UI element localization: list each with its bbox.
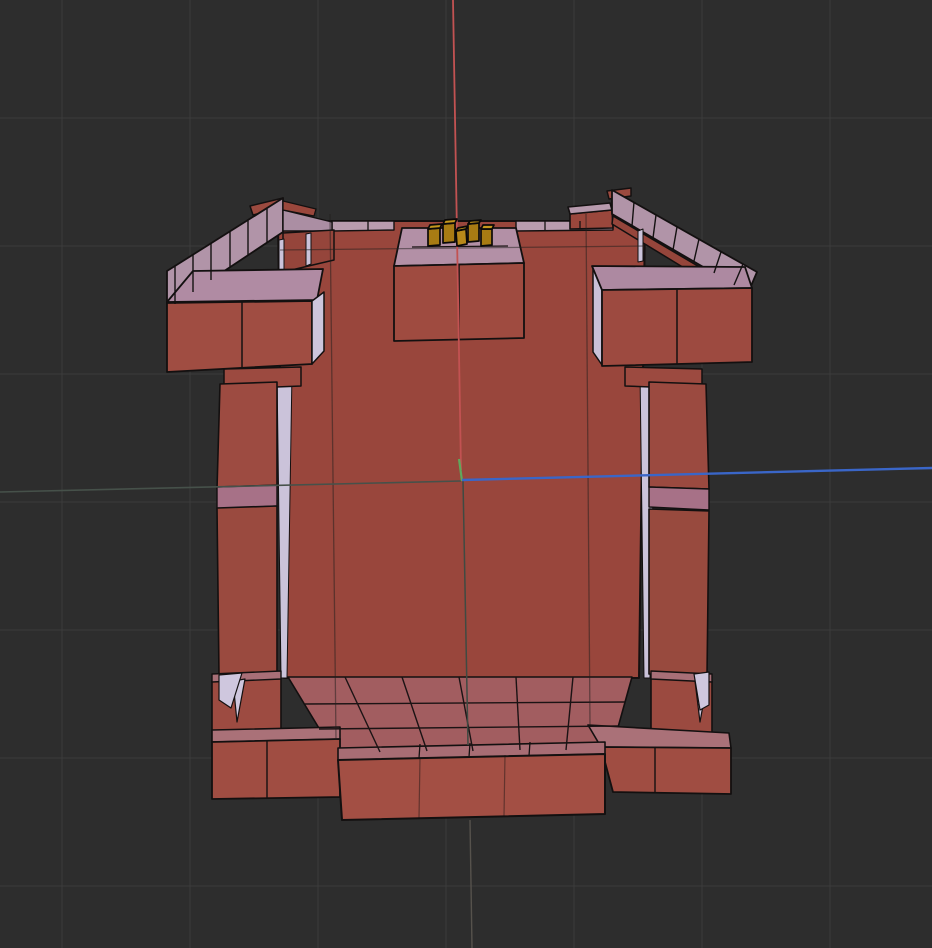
crown-block-4-top (468, 220, 481, 224)
front-step-front (338, 754, 605, 820)
left-column-step-top (217, 485, 277, 509)
crown-block-3-front (456, 229, 467, 246)
left-column-upper (217, 382, 277, 489)
crown-block-2-front (443, 223, 455, 243)
base-left-front (212, 739, 340, 799)
scene-canvas[interactable] (0, 0, 932, 948)
back-wall-top-strip-left (332, 221, 394, 231)
right-armrest-top (592, 266, 752, 290)
left-under-band-gap-sliver-a (279, 239, 284, 272)
crown-block-4-front (468, 223, 479, 242)
crown-block-5-front (481, 229, 492, 246)
left-armrest-side (312, 292, 324, 364)
right-column-step-top (649, 487, 709, 510)
crown-block-2-top (443, 219, 457, 224)
crown-block-5-top (481, 225, 494, 229)
left-armrest-top (167, 269, 323, 302)
crown-block-1-top (428, 224, 442, 229)
viewport-3d[interactable] (0, 0, 932, 948)
crown-block-1-front (428, 228, 440, 246)
left-column-lower (217, 506, 277, 676)
base-right-front (601, 747, 731, 794)
left-armrest-front (167, 301, 312, 372)
right-column-lower (649, 509, 709, 676)
